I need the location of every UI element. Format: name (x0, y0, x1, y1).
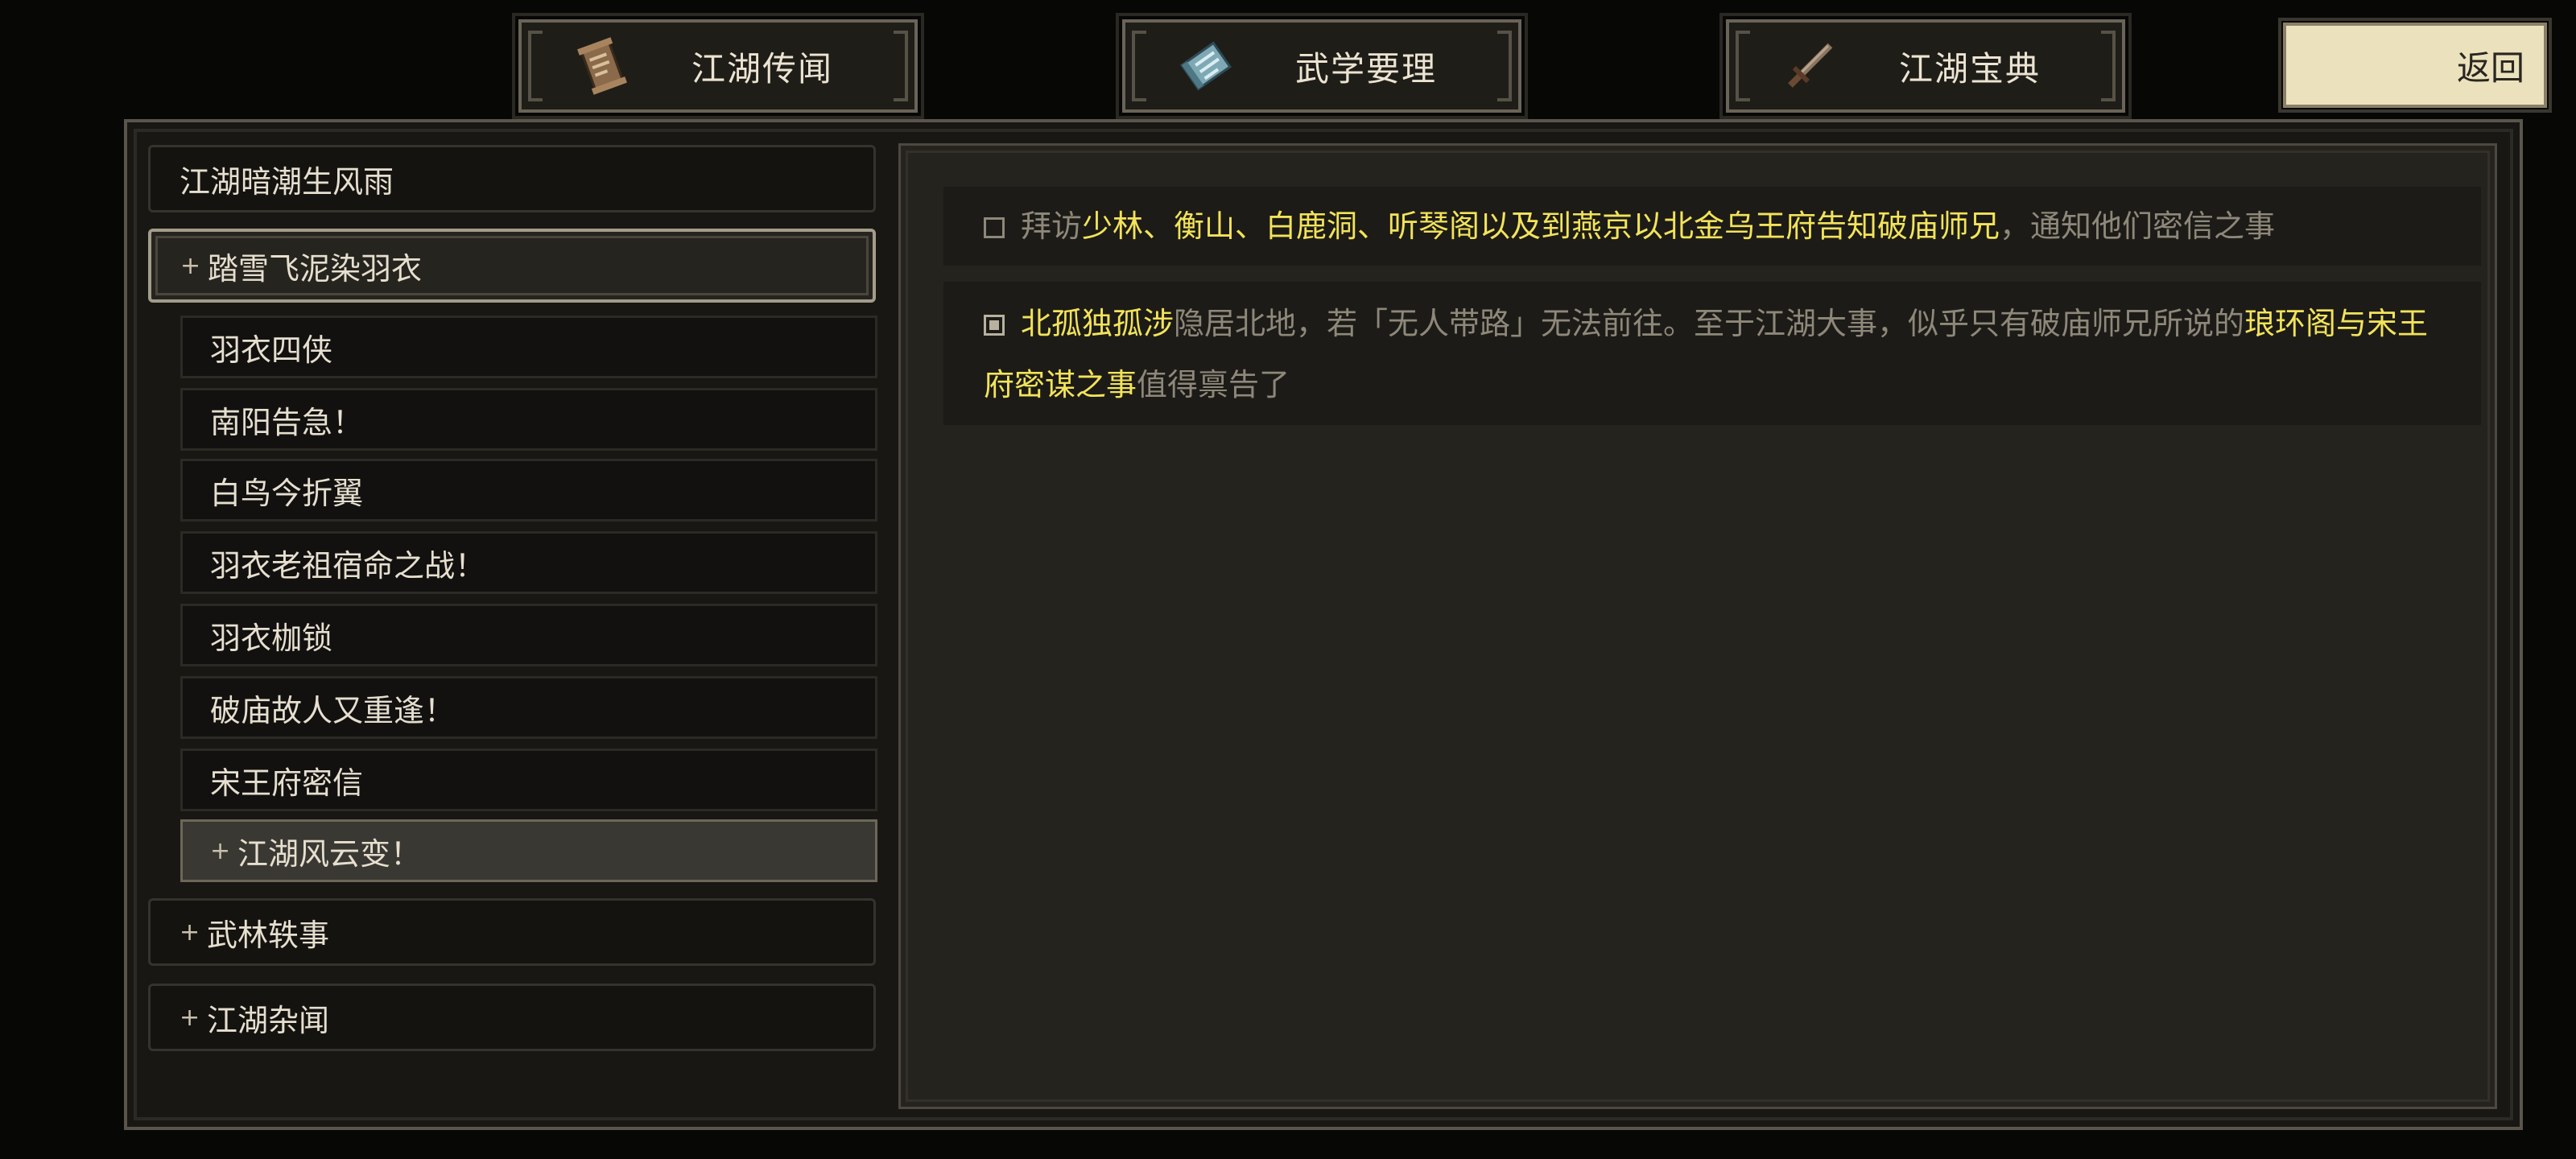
expand-icon: + (180, 1003, 200, 1032)
quest-label: 白鸟今折翼 (210, 475, 364, 511)
quest-label: 羽衣枷锁 (210, 620, 333, 656)
category-label: 踏雪飞泥染羽衣 (208, 250, 423, 287)
quest-label: 江湖风云变！ (237, 835, 422, 872)
category-martial-anecdotes[interactable]: + 武林轶事 (148, 898, 876, 966)
list-item-quest-selected[interactable]: + 江湖风云变！ (180, 819, 877, 882)
objective-highlight: 少林、衡山、白鹿洞、听琴阁以及到燕京以北金乌王府告知破庙师兄 (1082, 208, 2000, 244)
checkbox-checked-icon (984, 315, 1005, 336)
category-label: 江湖暗潮生风雨 (180, 163, 394, 200)
objective-text: ，通知他们密信之事 (2000, 208, 2276, 244)
list-item-quest[interactable]: 宋王府密信 (180, 749, 877, 811)
list-item-quest[interactable]: 羽衣四侠 (180, 316, 877, 378)
tab-label: 江湖传闻 (691, 48, 833, 89)
tab-jianghu-compendium[interactable]: 江湖宝典 (1719, 13, 2132, 119)
sword-icon (1788, 43, 1833, 88)
category-label: 武林轶事 (207, 917, 330, 953)
objective-text: 隐居北地，若「无人带路」无法前往。至于江湖大事，似乎只有破庙师兄所说的 (1174, 306, 2245, 341)
tab-martial-arts-principles[interactable]: 武学要理 (1116, 13, 1528, 119)
tab-jianghu-rumors[interactable]: 江湖传闻 (512, 13, 924, 119)
category-jianghu-misc[interactable]: + 江湖杂闻 (148, 984, 876, 1051)
manual-icon (1179, 41, 1232, 91)
expand-icon: + (180, 918, 200, 947)
objective-highlight: 北孤独孤涉 (1021, 306, 1174, 341)
category-label: 江湖杂闻 (207, 1002, 330, 1038)
quest-label: 羽衣四侠 (210, 332, 333, 368)
quest-label: 南阳告急！ (210, 404, 364, 440)
list-item-quest[interactable]: 破庙故人又重逢！ (180, 676, 877, 739)
tab-label: 武学要理 (1294, 48, 1437, 89)
checkbox-unchecked-icon (984, 217, 1005, 238)
quest-objective: 北孤独孤涉隐居北地，若「无人带路」无法前往。至于江湖大事，似乎只有破庙师兄所说的… (943, 282, 2481, 425)
list-item-quest[interactable]: 白鸟今折翼 (180, 459, 877, 522)
quest-label: 破庙故人又重逢！ (210, 692, 456, 728)
scroll-icon (577, 37, 627, 95)
list-item-quest[interactable]: 羽衣枷锁 (180, 604, 877, 666)
list-item-quest[interactable]: 南阳告急！ (180, 388, 877, 451)
category-snow-feather-robe[interactable]: + 踏雪飞泥染羽衣 (148, 229, 876, 303)
tab-label: 江湖宝典 (1898, 48, 2041, 89)
quest-label: 羽衣老祖宿命之战！ (210, 547, 486, 584)
objective-text: 拜访 (1021, 208, 1083, 244)
expand-icon: + (180, 251, 201, 280)
list-item-quest[interactable]: 羽衣老祖宿命之战！ (180, 531, 877, 594)
expand-icon: + (210, 836, 231, 865)
quest-log-screen: 江湖传闻 武学要理 江湖宝典 返回 江湖暗潮生风雨 + 踏雪飞泥染羽衣 羽衣四侠… (0, 0, 2576, 1159)
quest-objective: 拜访少林、衡山、白鹿洞、听琴阁以及到燕京以北金乌王府告知破庙师兄，通知他们密信之… (943, 187, 2481, 266)
category-jianghu-undercurrents[interactable]: 江湖暗潮生风雨 (148, 145, 876, 212)
back-button[interactable]: 返回 (2278, 18, 2552, 113)
quest-label: 宋王府密信 (210, 765, 364, 801)
objective-text: 值得禀告了 (1137, 367, 1290, 402)
